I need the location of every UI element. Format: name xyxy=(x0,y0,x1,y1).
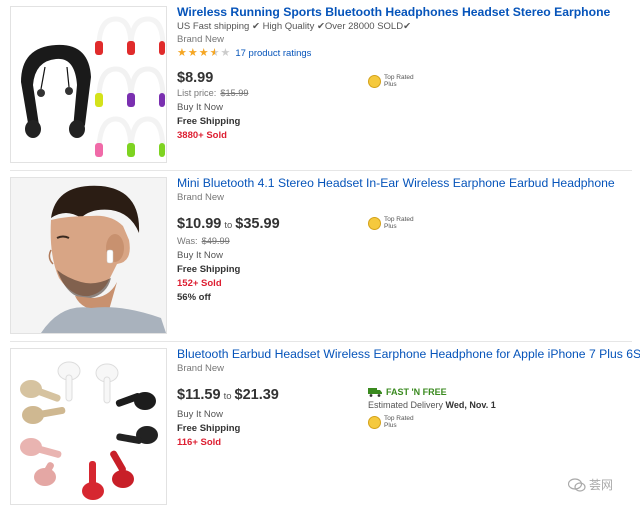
wechat-icon xyxy=(568,477,586,492)
badge-line-1: Top Rated xyxy=(384,216,414,223)
watermark: 荟网 xyxy=(568,476,613,493)
top-rated-icon xyxy=(368,416,381,429)
price-high: $35.99 xyxy=(235,216,280,232)
divider xyxy=(10,341,632,342)
badge-line-1: Top Rated xyxy=(384,415,414,422)
was-price-value: $49.99 xyxy=(201,236,230,246)
estimated-delivery: Estimated Delivery Wed, Nov. 1 xyxy=(368,399,496,411)
listing-subtitle: US Fast shipping ✔ High Quality ✔Over 28… xyxy=(177,21,412,32)
condition: Brand New xyxy=(177,363,224,374)
delivery-label: Estimated Delivery xyxy=(368,400,444,410)
condition: Brand New xyxy=(177,192,224,203)
price-to: to xyxy=(223,391,232,402)
buy-format: Buy It Now xyxy=(177,102,223,113)
star-rating[interactable]: ★★★★★ 17 product ratings xyxy=(177,47,610,60)
listing-2-info: Mini Bluetooth 4.1 Stereo Headset In-Ear… xyxy=(177,176,615,305)
list-price-value: $15.99 xyxy=(220,88,249,98)
badge-line-2: Plus xyxy=(384,223,397,230)
listing-title[interactable]: Mini Bluetooth 4.1 Stereo Headset In-Ear… xyxy=(177,176,615,191)
sold-count: 3880+ Sold xyxy=(177,130,227,141)
discount: 56% off xyxy=(177,292,211,303)
listing-title[interactable]: Bluetooth Earbud Headset Wireless Earpho… xyxy=(177,347,640,362)
product-image-man-earbud[interactable] xyxy=(10,177,167,334)
ratings-link[interactable]: 17 product ratings xyxy=(235,48,311,59)
list-price-label: List price: xyxy=(177,88,217,98)
shipping: Free Shipping xyxy=(177,116,241,127)
listing-title[interactable]: Wireless Running Sports Bluetooth Headph… xyxy=(177,5,610,20)
was-price: Was: $49.99 xyxy=(177,235,615,247)
half-star-icon: ★ xyxy=(209,47,221,59)
divider xyxy=(10,170,632,171)
top-rated-icon xyxy=(368,75,381,88)
product-image-earbuds[interactable] xyxy=(10,348,167,505)
watermark-text: 荟网 xyxy=(589,478,614,492)
product-image-neckband[interactable] xyxy=(10,6,167,163)
top-rated-icon xyxy=(368,217,381,230)
badge-line-2: Plus xyxy=(384,81,397,88)
top-rated-badge: Top Rated Plus xyxy=(368,216,414,230)
delivery-date: Wed, Nov. 1 xyxy=(445,400,496,410)
buy-format: Buy It Now xyxy=(177,250,223,261)
star-icon: ★★★ xyxy=(177,47,210,59)
badge-line-2: Plus xyxy=(384,422,397,429)
price-low: $10.99 xyxy=(177,216,222,232)
shipping: Free Shipping xyxy=(177,264,241,275)
fast-n-free: FAST 'N FREE Estimated Delivery Wed, Nov… xyxy=(368,387,496,411)
price-high: $21.39 xyxy=(234,387,279,403)
fast-n-free-label: FAST 'N FREE xyxy=(386,387,447,397)
top-rated-badge: Top Rated Plus xyxy=(368,74,414,88)
empty-star-icon: ★ xyxy=(220,47,232,59)
truck-icon xyxy=(368,388,382,397)
badge-line-1: Top Rated xyxy=(384,74,414,81)
list-price: List price: $15.99 xyxy=(177,87,610,99)
sold-count: 116+ Sold xyxy=(177,437,222,448)
price-low: $11.59 xyxy=(177,387,221,403)
sold-count: 152+ Sold xyxy=(177,278,222,289)
was-price-label: Was: xyxy=(177,236,198,246)
price-to: to xyxy=(224,220,233,231)
top-rated-badge: Top Rated Plus xyxy=(368,415,414,429)
condition: Brand New xyxy=(177,34,224,45)
